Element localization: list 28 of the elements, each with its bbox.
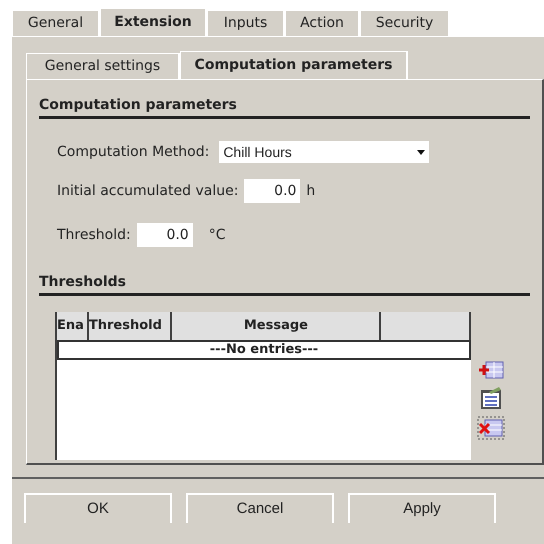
input-field[interactable]: 0.0: [244, 179, 300, 203]
field-label: Computation Method:: [57, 142, 210, 162]
add-row-icon[interactable]: [478, 360, 504, 380]
tab[interactable]: Security: [360, 10, 450, 36]
column-header[interactable]: Threshold: [88, 312, 172, 340]
column-header[interactable]: Ena: [57, 312, 89, 340]
tab[interactable]: General: [12, 10, 100, 36]
dialog-button[interactable]: Cancel: [186, 493, 334, 523]
tab[interactable]: Extension: [100, 8, 207, 36]
section-title: Thresholds: [39, 273, 127, 291]
field-label: Threshold:: [57, 226, 131, 244]
dialog-button[interactable]: Apply: [348, 493, 496, 523]
unit-label: h: [306, 182, 316, 200]
dialog-button[interactable]: OK: [24, 493, 172, 523]
empty-row: ---No entries---: [57, 340, 471, 360]
delete-row-icon[interactable]: [477, 416, 505, 440]
field-label: Initial accumulated value:: [57, 182, 238, 200]
caret-icon: [417, 150, 426, 154]
section-title: Computation parameters: [39, 96, 238, 114]
tab[interactable]: Computation parameters: [180, 51, 408, 79]
method-dropdown[interactable]: Chill Hours: [219, 141, 430, 163]
column-header[interactable]: Message: [172, 312, 382, 340]
tab[interactable]: General settings: [26, 53, 180, 79]
input-field[interactable]: 0.0: [136, 223, 193, 247]
unit-label: °C: [208, 226, 226, 244]
tab[interactable]: Inputs: [207, 10, 285, 36]
tab[interactable]: Action: [285, 10, 360, 36]
edit-table-icon[interactable]: [479, 386, 503, 410]
